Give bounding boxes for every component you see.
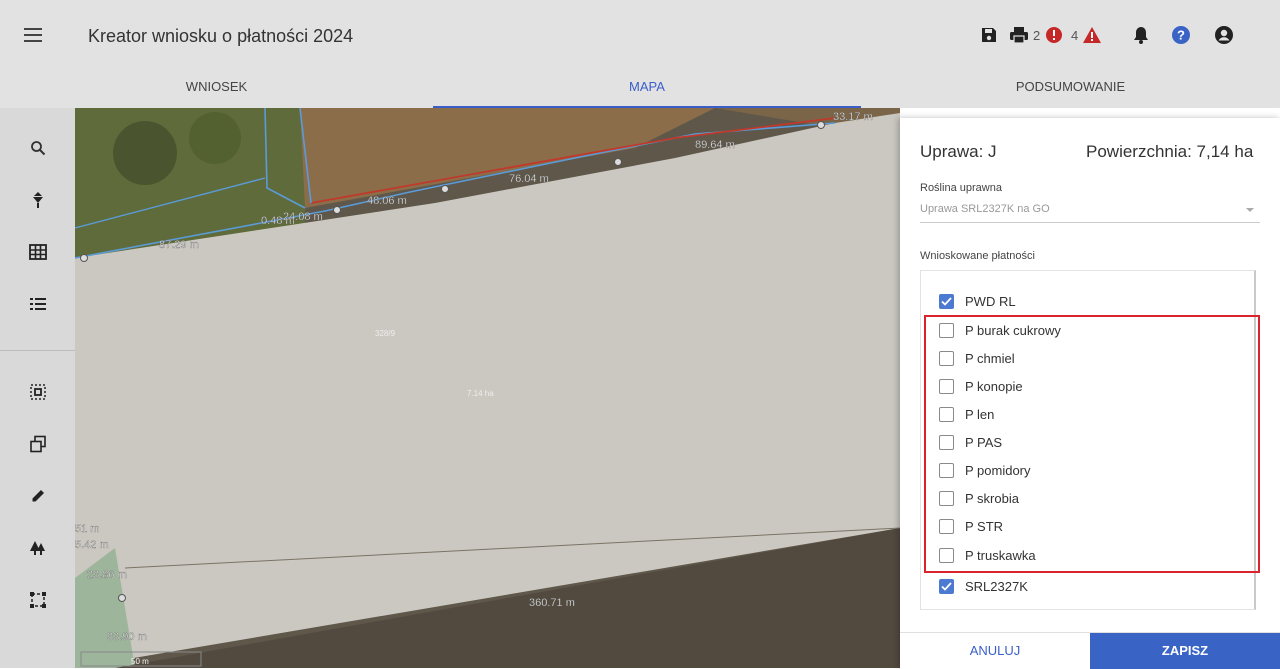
checkbox[interactable] — [939, 378, 954, 394]
payment-label: P len — [965, 406, 995, 422]
save-icon[interactable] — [978, 24, 1000, 46]
payment-label: P pomidory — [965, 462, 1031, 478]
payment-item-pwd-rl[interactable]: PWD RL — [939, 290, 1016, 312]
map-length-label: 51 m — [75, 523, 99, 535]
map-toolbar — [0, 108, 75, 668]
map-length-label: 360.71 m — [529, 597, 575, 609]
payment-label: P truskawka — [965, 547, 1036, 563]
tab-bar: WNIOSEK MAPA PODSUMOWANIE — [0, 68, 1280, 108]
checkbox[interactable] — [939, 490, 954, 506]
map-length-label: 76.04 m — [509, 173, 549, 185]
payment-item-str[interactable]: P STR — [939, 515, 1003, 537]
warning-icon[interactable] — [1081, 24, 1103, 46]
cancel-button[interactable]: ANULUJ — [900, 633, 1090, 669]
checkbox[interactable] — [939, 350, 954, 366]
select-area-icon[interactable] — [22, 376, 54, 408]
map-length-label: 87.29 m — [159, 239, 199, 251]
bounding-box-icon[interactable] — [22, 584, 54, 616]
map-canvas[interactable]: 87.29 m 0.48 m 24.08 m 48.06 m 76.04 m 8… — [75, 108, 900, 668]
payment-label: P STR — [965, 518, 1004, 534]
vertex-marker[interactable] — [441, 185, 449, 193]
vertex-marker[interactable] — [80, 254, 88, 262]
toolbar-divider — [0, 350, 75, 351]
chevron-down-icon — [1246, 208, 1254, 212]
payment-item-skrobia[interactable]: P skrobia — [939, 487, 1019, 509]
map-length-label: 5.42 m — [75, 539, 109, 551]
map-length-label: 33.90 m — [107, 631, 147, 643]
payment-label: P burak cukrowy — [965, 322, 1061, 338]
map-length-label: 33.17 m — [833, 111, 873, 123]
payment-label: P konopie — [965, 378, 1023, 394]
checkbox-checked[interactable] — [939, 293, 954, 309]
payments-label: Wnioskowane płatności — [920, 250, 1035, 262]
checkbox[interactable] — [939, 406, 954, 422]
crop-label: Uprawa: J — [920, 142, 997, 161]
parcel-area: 7.14 ha — [467, 389, 494, 398]
payment-label: P skrobia — [965, 490, 1019, 506]
parcel-number: 328/9 — [375, 329, 396, 338]
vertex-marker[interactable] — [614, 158, 622, 166]
app-header: Kreator wniosku o płatności 2024 2 4 ? — [0, 0, 1280, 68]
scale-label: 50 m — [131, 657, 149, 666]
checkbox[interactable] — [939, 434, 954, 450]
checkbox[interactable] — [939, 322, 954, 338]
pin-icon[interactable] — [22, 184, 54, 216]
checkbox[interactable] — [939, 518, 954, 534]
vertex-marker[interactable] — [817, 121, 825, 129]
search-icon[interactable] — [22, 132, 54, 164]
map-length-label: 48.06 m — [367, 195, 407, 207]
copy-icon[interactable] — [22, 428, 54, 460]
tab-mapa[interactable]: MAPA — [433, 68, 861, 108]
payment-item-burak-cukrowy[interactable]: P burak cukrowy — [939, 319, 1061, 341]
payment-item-pas[interactable]: P PAS — [939, 431, 1002, 453]
print-icon[interactable] — [1008, 24, 1030, 46]
payment-label: P PAS — [965, 434, 1003, 450]
map-length-label: 89.64 m — [695, 139, 735, 151]
area-label: Powierzchnia: 7,14 ha — [1086, 142, 1254, 161]
tab-podsumowanie[interactable]: PODSUMOWANIE — [861, 68, 1280, 108]
warning-count: 4 — [1071, 28, 1079, 43]
plant-select[interactable]: Uprawa SRL2327K na GO — [920, 198, 1260, 223]
plant-field-label: Roślina uprawna — [920, 182, 1002, 194]
payment-item-konopie[interactable]: P konopie — [939, 375, 1023, 397]
payment-item-truskawka[interactable]: P truskawka — [939, 544, 1036, 566]
help-icon[interactable]: ? — [1170, 24, 1192, 46]
bell-icon[interactable] — [1130, 24, 1152, 46]
grid-icon[interactable] — [22, 236, 54, 268]
vertex-marker[interactable] — [118, 594, 126, 602]
map-length-label: 23.86 m — [87, 569, 127, 581]
payment-label: P chmiel — [965, 350, 1015, 366]
app-title: Kreator wniosku o płatności 2024 — [88, 26, 354, 46]
vegetation-area — [189, 112, 241, 164]
user-icon[interactable] — [1213, 24, 1235, 46]
vegetation-area — [113, 121, 177, 185]
payment-item-chmiel[interactable]: P chmiel — [939, 347, 1015, 369]
list-icon[interactable] — [22, 288, 54, 320]
map-length-label: 24.08 m — [283, 211, 323, 223]
plant-select-value: Uprawa SRL2327K na GO — [920, 203, 1050, 215]
payments-list[interactable]: PWD RL P burak cukrowy P chmiel P konopi… — [920, 270, 1256, 610]
panel-footer: ANULUJ ZAPISZ — [900, 632, 1280, 669]
checkbox[interactable] — [939, 462, 954, 478]
error-icon[interactable] — [1043, 24, 1065, 46]
payment-label: SRL2327K — [965, 578, 1028, 594]
payment-item-pomidory[interactable]: P pomidory — [939, 459, 1031, 481]
pencil-icon[interactable] — [22, 480, 54, 512]
trees-icon[interactable] — [22, 532, 54, 564]
checkbox-checked[interactable] — [939, 578, 954, 594]
save-button[interactable]: ZAPISZ — [1090, 633, 1280, 669]
menu-icon[interactable] — [24, 28, 42, 42]
payment-label: PWD RL — [965, 293, 1016, 309]
payment-item-srl2327k[interactable]: SRL2327K — [939, 575, 1028, 597]
error-count: 2 — [1033, 28, 1041, 43]
svg-text:?: ? — [1177, 28, 1185, 43]
vertex-marker[interactable] — [333, 206, 341, 214]
crop-details-panel: Uprawa: J Powierzchnia: 7,14 ha Roślina … — [900, 118, 1280, 669]
payment-item-len[interactable]: P len — [939, 403, 994, 425]
checkbox[interactable] — [939, 547, 954, 563]
tab-wniosek[interactable]: WNIOSEK — [0, 68, 433, 108]
